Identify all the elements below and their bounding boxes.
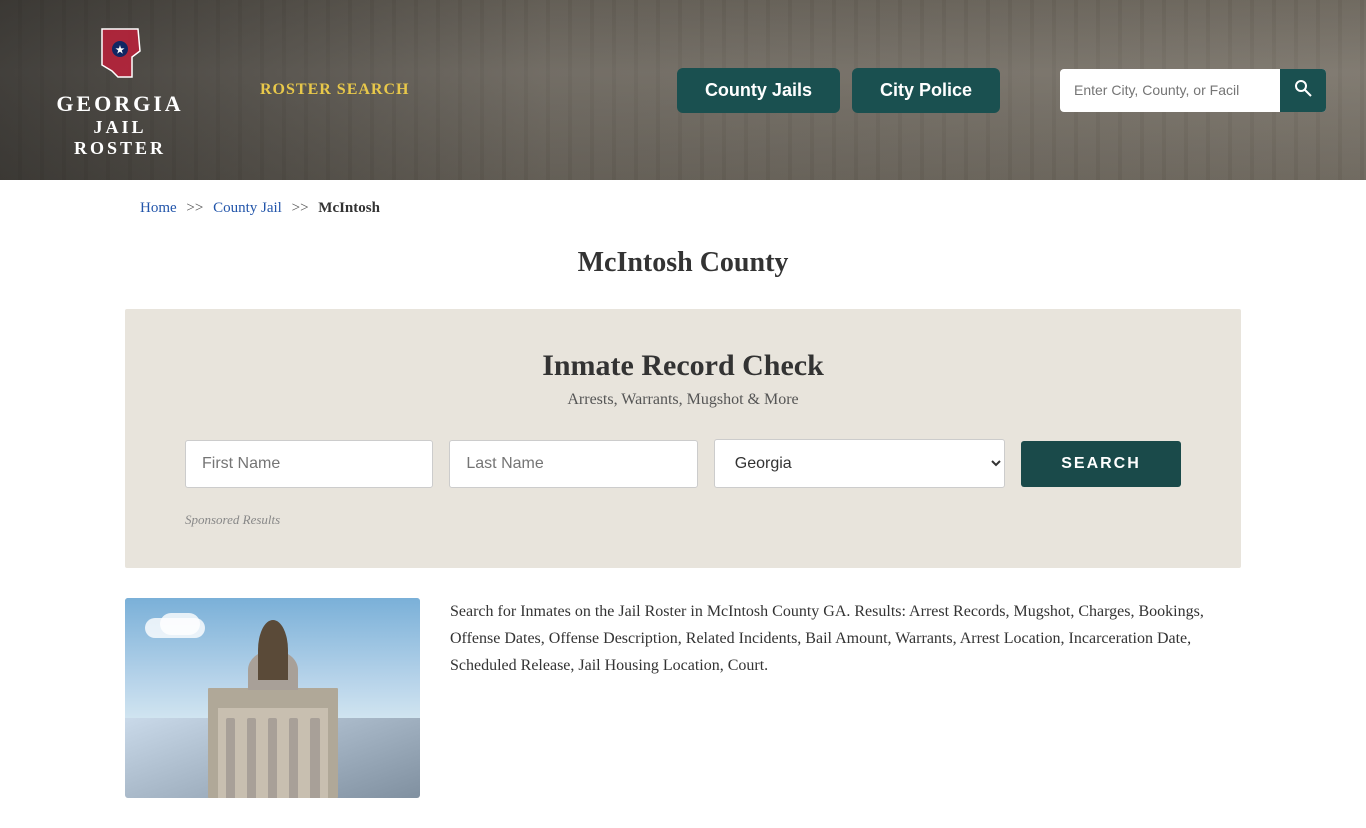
roster-search-link[interactable]: ROSTER SEARCH xyxy=(260,81,409,99)
city-police-button[interactable]: City Police xyxy=(852,68,1000,113)
breadcrumb-home[interactable]: Home xyxy=(140,200,177,216)
site-logo[interactable]: ★ GEORGIA JAIL ROSTER xyxy=(40,21,200,159)
breadcrumb-sep2: >> xyxy=(292,200,309,216)
bottom-description: Search for Inmates on the Jail Roster in… xyxy=(450,598,1241,680)
first-name-input[interactable] xyxy=(185,440,433,488)
bottom-section: Search for Inmates on the Jail Roster in… xyxy=(0,568,1366,828)
breadcrumb-current: McIntosh xyxy=(318,200,380,216)
svg-text:★: ★ xyxy=(116,45,125,56)
record-search-button[interactable]: SEARCH xyxy=(1021,441,1181,487)
page-title: McIntosh County xyxy=(0,247,1366,279)
breadcrumb: Home >> County Jail >> McIntosh xyxy=(0,180,1366,237)
georgia-state-icon: ★ xyxy=(88,21,152,85)
record-box-title: Inmate Record Check xyxy=(185,349,1181,383)
header-search xyxy=(1060,69,1326,112)
record-check-box: Inmate Record Check Arrests, Warrants, M… xyxy=(125,309,1241,568)
sponsored-text: Sponsored Results xyxy=(185,512,1181,528)
logo-roster: ROSTER xyxy=(74,138,166,159)
county-jails-button[interactable]: County Jails xyxy=(677,68,840,113)
record-box-subtitle: Arrests, Warrants, Mugshot & More xyxy=(185,391,1181,409)
logo-georgia: GEORGIA xyxy=(56,91,183,117)
record-form: AlabamaAlaskaArizonaArkansasCaliforniaCo… xyxy=(185,439,1181,488)
search-icon xyxy=(1294,79,1312,97)
breadcrumb-sep1: >> xyxy=(186,200,203,216)
courthouse-image xyxy=(125,598,420,798)
nav-buttons: County Jails City Police xyxy=(677,68,1000,113)
header-search-input[interactable] xyxy=(1060,72,1280,108)
state-select[interactable]: AlabamaAlaskaArizonaArkansasCaliforniaCo… xyxy=(714,439,1005,488)
breadcrumb-county-jail[interactable]: County Jail xyxy=(213,200,282,216)
last-name-input[interactable] xyxy=(449,440,697,488)
logo-jail: JAIL xyxy=(93,117,146,138)
site-header: ★ GEORGIA JAIL ROSTER ROSTER SEARCH Coun… xyxy=(0,0,1366,180)
header-search-button[interactable] xyxy=(1280,69,1326,112)
header-content: ★ GEORGIA JAIL ROSTER ROSTER SEARCH Coun… xyxy=(0,21,1366,159)
